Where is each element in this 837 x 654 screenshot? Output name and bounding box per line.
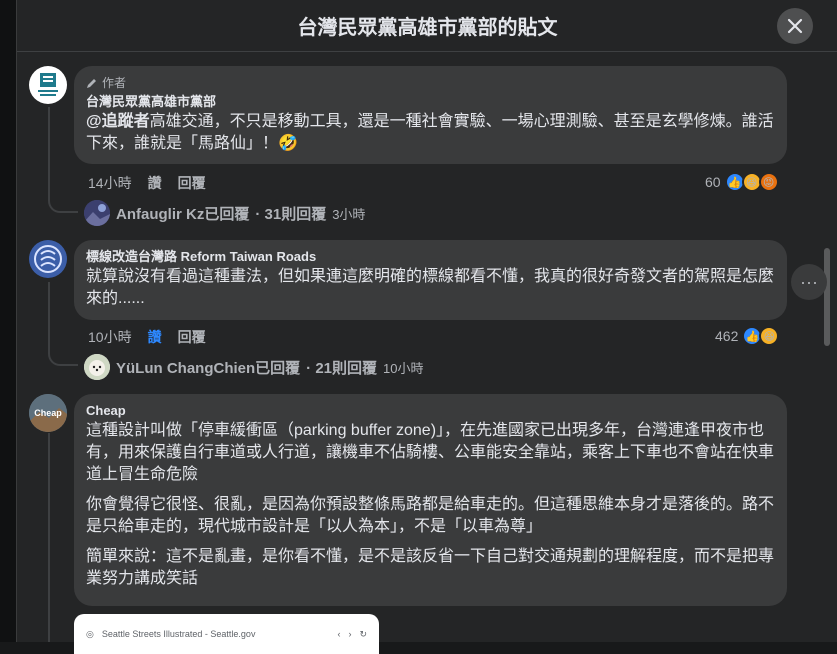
thread-line — [48, 107, 50, 197]
reaction-summary[interactable]: 60 👍 😆 😡 — [705, 172, 779, 192]
modal-title: 台灣民眾黨高雄市黨部的貼文 — [297, 17, 558, 39]
avatar[interactable]: Cheap — [29, 394, 67, 432]
party-logo-icon — [38, 73, 58, 96]
laugh-reaction-icon: 😆 — [759, 326, 780, 346]
comment-text: @追蹤者高雄交通，不只是移動工具，還是一種社會實驗、一場心理測驗、甚至是玄學修煉… — [86, 111, 775, 155]
author-badge-label: 作者 — [102, 76, 127, 90]
replier-avatar — [84, 200, 110, 226]
mention-link[interactable]: @追蹤者 — [86, 113, 150, 130]
comment-actions: 14小時 讚 回覆 — [88, 173, 206, 193]
reaction-count: 462 — [715, 328, 739, 344]
replier-name: Anfauglir Kz已回覆 — [116, 205, 250, 223]
view-replies-link[interactable]: YüLun ChangChien已回覆 · 21則回覆 10小時 — [84, 354, 423, 380]
like-button[interactable]: 讚 — [148, 327, 162, 347]
reaction-summary[interactable]: 462 👍 😆 — [715, 326, 780, 346]
close-button[interactable] — [777, 8, 813, 44]
landscape-icon — [84, 200, 110, 226]
comment-body: 高雄交通，不只是移動工具，還是一種社會實驗、一場心理測驗、甚至是玄學修煉。誰活下… — [86, 113, 774, 152]
replier-avatar — [84, 354, 110, 380]
more-options-button[interactable]: ··· — [791, 264, 827, 300]
reply-count: · 21則回覆 — [306, 359, 378, 377]
angry-reaction-icon: 😡 — [758, 172, 779, 192]
thread-connector — [48, 348, 78, 366]
comment-bubble: Cheap 這種設計叫做「停車緩衝區（parking buffer zone)」… — [74, 394, 787, 606]
globe-icon: ◎ — [86, 628, 94, 639]
comment-bubble: 標線改造台灣路 Reform Taiwan Roads 就算說沒有看過這種畫法，… — [74, 240, 787, 320]
reply-count: · 31則回覆 — [255, 205, 327, 223]
thread-line — [48, 282, 50, 350]
pencil-icon — [87, 78, 96, 88]
comment-paragraph: 這種設計叫做「停車緩衝區（parking buffer zone)」，在先進國家… — [86, 422, 775, 483]
reply-time: 3小時 — [332, 206, 366, 222]
thread-connector — [48, 195, 78, 213]
comment-time[interactable]: 14小時 — [88, 173, 132, 193]
dog-icon — [84, 354, 110, 380]
comment-time[interactable]: 10小時 — [88, 327, 132, 347]
back-icon: ‹ — [337, 629, 341, 639]
like-button[interactable]: 讚 — [148, 173, 162, 193]
reply-button[interactable]: 回覆 — [178, 327, 206, 347]
cheap-avatar-icon: Cheap — [29, 394, 67, 432]
comment-author[interactable]: Cheap — [86, 402, 775, 420]
comment-author[interactable]: 標線改造台灣路 Reform Taiwan Roads — [86, 248, 775, 266]
avatar[interactable] — [29, 66, 67, 104]
roads-logo-icon — [29, 240, 67, 278]
post-modal: 台灣民眾黨高雄市黨部的貼文 作者 台灣民眾黨高雄市黨部 @追蹤者高雄交通，不只是… — [16, 0, 837, 654]
link-preview-image[interactable]: ◎ Seattle Streets Illustrated - Seattle.… — [74, 614, 379, 654]
close-icon — [787, 18, 803, 34]
comment-author[interactable]: 台灣民眾黨高雄市黨部 — [86, 93, 775, 111]
forward-icon: › — [348, 629, 352, 639]
author-badge: 作者 — [86, 74, 775, 91]
preview-url: Seattle Streets Illustrated - Seattle.go… — [101, 629, 256, 639]
comment-actions: 10小時 讚 回覆 — [88, 327, 206, 347]
avatar[interactable] — [29, 240, 67, 278]
reaction-count: 60 — [705, 174, 721, 190]
view-replies-link[interactable]: Anfauglir Kz已回覆 · 31則回覆 3小時 — [84, 200, 365, 226]
reply-time: 10小時 — [383, 360, 424, 376]
ellipsis-icon: ··· — [800, 271, 818, 292]
modal-header: 台灣民眾黨高雄市黨部的貼文 — [17, 0, 837, 52]
avatar-label: Cheap — [34, 408, 62, 418]
thread-line — [48, 433, 50, 642]
comment-text: 就算說沒有看過這種畫法，但如果連這麼明確的標線都看不懂，我真的很好奇發文者的駕照… — [86, 268, 775, 307]
reload-icon: ↻ — [359, 628, 367, 639]
comment-bubble: 作者 台灣民眾黨高雄市黨部 @追蹤者高雄交通，不只是移動工具，還是一種社會實驗、… — [74, 66, 787, 164]
replier-name: YüLun ChangChien已回覆 — [116, 359, 301, 377]
comment-paragraph: 簡單來說：這不是亂畫，是你看不懂，是不是該反省一下自己對交通規劃的理解程度，而不… — [86, 548, 775, 587]
reply-button[interactable]: 回覆 — [178, 173, 206, 193]
scrollbar-thumb[interactable] — [824, 248, 830, 346]
comment-paragraph: 你會覺得它很怪、很亂，是因為你預設整條馬路都是給車走的。但這種思維本身才是落後的… — [86, 496, 775, 535]
